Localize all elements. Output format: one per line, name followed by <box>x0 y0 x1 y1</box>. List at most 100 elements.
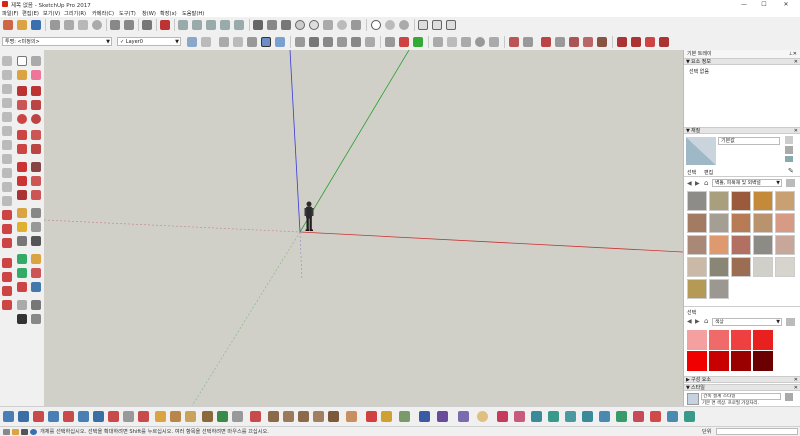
get-models-icon[interactable] <box>433 37 443 47</box>
save-icon[interactable] <box>31 20 41 30</box>
color-swatch[interactable] <box>731 330 751 350</box>
model-viewport[interactable] <box>44 50 683 406</box>
3d-text-icon[interactable] <box>31 236 41 246</box>
box-icon[interactable] <box>170 411 181 422</box>
material-swatch[interactable] <box>775 191 795 211</box>
pan-icon[interactable] <box>31 254 41 264</box>
share-model-icon[interactable] <box>447 37 457 47</box>
eraser-icon[interactable] <box>31 70 41 80</box>
material-swatch[interactable] <box>775 257 795 277</box>
dimension-icon[interactable] <box>31 208 41 218</box>
material-swatch[interactable] <box>687 213 707 233</box>
back-arrow-icon[interactable]: ◀ <box>687 318 692 325</box>
pyramid-icon[interactable] <box>458 411 469 422</box>
xray-icon[interactable] <box>201 37 211 47</box>
menu-view[interactable]: 보기(V) <box>43 10 60 17</box>
text-tool-icon[interactable] <box>31 222 41 232</box>
flip-edge-icon[interactable] <box>93 411 104 422</box>
loop-curve-icon[interactable] <box>667 411 678 422</box>
material-swatch[interactable] <box>775 213 795 233</box>
material-swatch[interactable] <box>709 235 729 255</box>
front-house-icon[interactable] <box>323 37 333 47</box>
graduation-cap-icon[interactable] <box>253 20 263 30</box>
paste-icon[interactable] <box>78 20 88 30</box>
column-icon[interactable] <box>399 411 410 422</box>
divider-curve-icon[interactable] <box>599 411 610 422</box>
push-pull-icon[interactable] <box>31 162 41 172</box>
materials-header[interactable]: ▼ 재질 ✕ <box>684 127 800 134</box>
lamp-icon[interactable] <box>477 411 488 422</box>
arc-icon[interactable] <box>17 130 27 140</box>
tab-edit[interactable]: 편집 <box>704 169 713 176</box>
pen-red-icon[interactable] <box>366 411 377 422</box>
cloud-icon[interactable] <box>475 37 485 47</box>
trim-icon[interactable] <box>583 37 593 47</box>
rectangle-icon[interactable] <box>17 100 27 110</box>
upload-icon[interactable] <box>489 37 499 47</box>
print-icon[interactable] <box>142 20 152 30</box>
shaded-icon[interactable] <box>247 37 257 47</box>
display-secondary-icon[interactable] <box>785 136 793 144</box>
material-swatch[interactable] <box>775 235 795 255</box>
shadows-icon[interactable] <box>281 20 291 30</box>
share-component-icon[interactable] <box>461 37 471 47</box>
sandbox-from-contours-icon[interactable] <box>3 411 14 422</box>
arc-pink-icon[interactable] <box>514 411 525 422</box>
layer-manager-icon[interactable] <box>187 37 197 47</box>
default-material-icon[interactable] <box>785 156 793 162</box>
geo-location-status-icon[interactable] <box>3 429 10 435</box>
style-builder-icon[interactable] <box>432 20 442 30</box>
pie-icon[interactable] <box>31 144 41 154</box>
cut-plane-icon[interactable] <box>437 411 448 422</box>
close-panel-icon[interactable]: ✕ <box>794 59 798 66</box>
close-panel-icon[interactable]: ✕ <box>794 385 798 392</box>
shovel-icon[interactable] <box>328 411 339 422</box>
user-icon[interactable] <box>21 429 28 435</box>
gear-icon[interactable] <box>267 20 277 30</box>
menu-camera[interactable]: 카메라(C) <box>92 10 114 17</box>
material-swatch[interactable] <box>731 213 751 233</box>
material-swatch[interactable] <box>709 191 729 211</box>
cut-icon[interactable] <box>50 20 60 30</box>
dynamic-component-icon[interactable] <box>659 37 669 47</box>
layer-dropdown[interactable]: ✓ Layer0 ▼ <box>117 37 181 46</box>
sun-icon[interactable] <box>323 20 333 30</box>
component-red-icon[interactable] <box>617 37 627 47</box>
material-swatch[interactable] <box>687 257 707 277</box>
catmull-icon[interactable] <box>582 411 593 422</box>
style-dropdown[interactable]: 투명: <미정의> ▼ <box>2 37 112 46</box>
redo-icon[interactable] <box>124 20 134 30</box>
top-house-icon[interactable] <box>309 37 319 47</box>
extension-warehouse-icon[interactable] <box>309 20 319 30</box>
subtract-icon[interactable] <box>569 37 579 47</box>
measurements-box[interactable] <box>716 428 798 435</box>
erase-icon[interactable] <box>92 20 102 30</box>
color-swatch[interactable] <box>753 330 773 350</box>
scale-icon[interactable] <box>17 190 27 200</box>
create-scene-icon[interactable] <box>385 37 395 47</box>
cylinder-icon[interactable] <box>217 411 228 422</box>
home-icon[interactable]: ⌂ <box>704 317 708 325</box>
offset-curve-icon[interactable] <box>650 411 661 422</box>
open-folder-icon[interactable] <box>17 20 27 30</box>
material-swatch[interactable] <box>709 213 729 233</box>
warehouse-red-icon[interactable] <box>250 411 261 422</box>
rotate-icon[interactable] <box>17 176 27 186</box>
update-style-icon[interactable] <box>785 393 793 401</box>
back-view-icon[interactable] <box>234 20 244 30</box>
fog-icon[interactable] <box>351 20 361 30</box>
follow-me-icon[interactable] <box>31 176 41 186</box>
close-button[interactable]: ✕ <box>778 0 794 9</box>
cone-icon[interactable] <box>202 411 213 422</box>
box-outline-icon[interactable] <box>185 411 196 422</box>
maximize-button[interactable]: ☐ <box>756 0 772 9</box>
curve-edit-icon[interactable] <box>684 411 695 422</box>
color-library-dropdown[interactable]: 색상 ▼ <box>712 318 782 326</box>
hidden-line-icon[interactable] <box>233 37 243 47</box>
frame-icon[interactable] <box>123 411 134 422</box>
spline-icon[interactable] <box>548 411 559 422</box>
sandbox-from-scratch-icon[interactable] <box>18 411 29 422</box>
outer-shell-icon[interactable] <box>523 37 533 47</box>
material-swatch[interactable] <box>731 191 751 211</box>
paint-bucket-icon[interactable] <box>17 70 27 80</box>
